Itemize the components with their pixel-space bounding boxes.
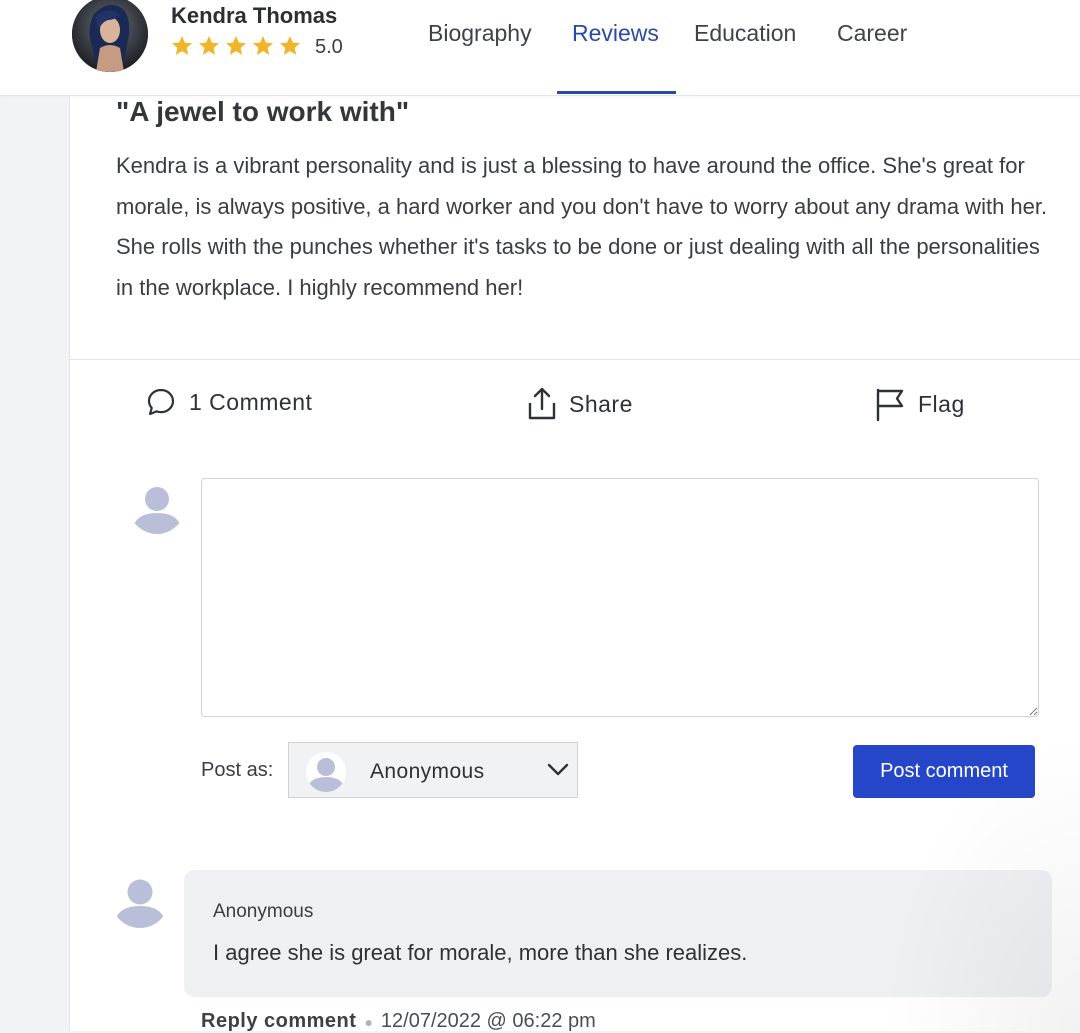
post-as-value: Anonymous xyxy=(370,760,485,783)
comment-meta: Reply comment ● 12/07/2022 @ 06:22 pm xyxy=(201,1010,596,1033)
tab-biography[interactable]: Biography xyxy=(428,18,532,94)
star-icon xyxy=(280,36,300,55)
current-user-avatar xyxy=(128,477,186,535)
post-as-select[interactable]: Anonymous xyxy=(288,742,578,798)
comment-count-label: 1 Comment xyxy=(189,388,313,415)
rating-stars xyxy=(170,34,302,58)
star-icon xyxy=(226,36,246,55)
profile-header: Kendra Thomas 5.0 Biography Reviews Educ… xyxy=(0,0,1080,96)
reply-comment-link[interactable]: Reply comment xyxy=(201,1010,356,1032)
tab-education[interactable]: Education xyxy=(694,18,796,94)
review-body: Kendra is a vibrant personality and is j… xyxy=(116,153,1048,301)
user-silhouette-icon xyxy=(129,478,185,534)
comment-bubble: Anonymous I agree she is great for moral… xyxy=(184,870,1052,997)
tab-career[interactable]: Career xyxy=(837,18,907,94)
share-upload-icon xyxy=(528,387,556,420)
separator-dot-icon: ● xyxy=(364,1014,373,1030)
tab-reviews[interactable]: Reviews xyxy=(572,18,659,94)
user-silhouette-icon xyxy=(306,752,346,792)
rating-value: 5.0 xyxy=(315,36,343,58)
comment-timestamp: 12/07/2022 @ 06:22 pm xyxy=(380,1010,596,1032)
commenter-avatar xyxy=(110,869,170,929)
user-silhouette-icon xyxy=(111,870,169,928)
divider xyxy=(69,359,1080,360)
flag-button[interactable]: Flag xyxy=(874,386,965,422)
star-icon xyxy=(253,36,273,55)
anonymous-avatar xyxy=(305,751,347,798)
star-icon xyxy=(172,36,192,55)
post-as-label: Post as: xyxy=(201,759,274,781)
star-icon xyxy=(199,36,219,55)
flag-icon xyxy=(876,388,904,422)
comment-author: Anonymous xyxy=(213,901,314,922)
share-label: Share xyxy=(569,390,633,417)
comment-text: I agree she is great for morale, more th… xyxy=(213,940,748,965)
speech-bubble-icon xyxy=(147,388,175,416)
active-tab-indicator xyxy=(557,91,676,94)
flag-label: Flag xyxy=(918,390,965,417)
chevron-down-icon xyxy=(547,763,569,776)
comment-count-button[interactable]: 1 Comment xyxy=(145,386,312,418)
profile-avatar[interactable] xyxy=(72,0,148,72)
post-comment-button[interactable]: Post comment xyxy=(853,745,1035,798)
profile-name: Kendra Thomas xyxy=(171,3,338,28)
review-title: "A jewel to work with" xyxy=(116,96,410,127)
comment-input[interactable] xyxy=(201,478,1039,717)
share-button[interactable]: Share xyxy=(527,386,633,422)
